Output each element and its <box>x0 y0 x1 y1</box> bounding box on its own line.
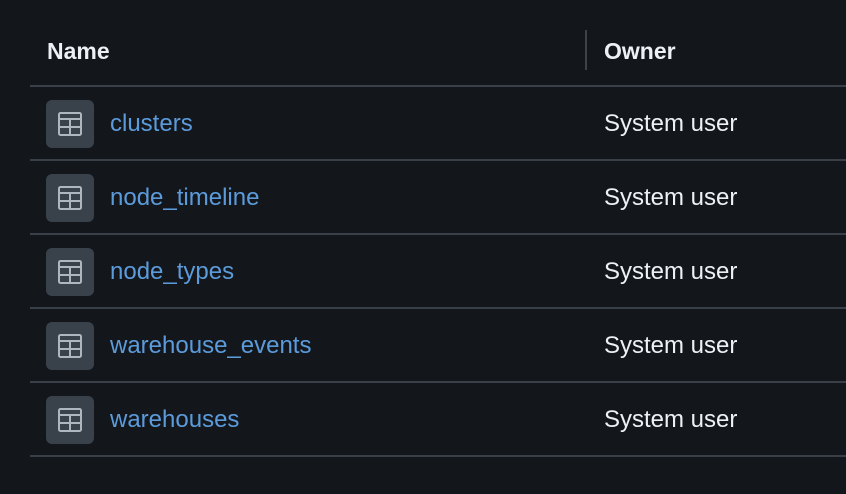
table-row: clusters System user <box>30 87 846 161</box>
tables-list: Name Owner clusters System user node_tim… <box>30 0 846 457</box>
table-icon <box>46 396 94 444</box>
owner-cell: System user <box>604 258 738 285</box>
table-icon <box>46 100 94 148</box>
table-name-link[interactable]: warehouses <box>110 406 239 434</box>
column-resize-handle[interactable] <box>585 30 587 70</box>
table-row: node_types System user <box>30 235 846 309</box>
table-icon <box>46 248 94 296</box>
table-name-link[interactable]: warehouse_events <box>110 332 311 360</box>
table-name-link[interactable]: clusters <box>110 110 193 138</box>
column-header-owner[interactable]: Owner <box>604 37 676 65</box>
table-name-link[interactable]: node_types <box>110 258 234 286</box>
owner-cell: System user <box>604 184 738 211</box>
column-header-name[interactable]: Name <box>47 37 110 65</box>
table-header: Name Owner <box>30 0 846 87</box>
table-row: warehouse_events System user <box>30 309 846 383</box>
owner-cell: System user <box>604 110 738 137</box>
table-name-link[interactable]: node_timeline <box>110 184 259 212</box>
table-row: warehouses System user <box>30 383 846 457</box>
owner-cell: System user <box>604 406 738 433</box>
owner-cell: System user <box>604 332 738 359</box>
table-icon <box>46 322 94 370</box>
table-row: node_timeline System user <box>30 161 846 235</box>
table-icon <box>46 174 94 222</box>
